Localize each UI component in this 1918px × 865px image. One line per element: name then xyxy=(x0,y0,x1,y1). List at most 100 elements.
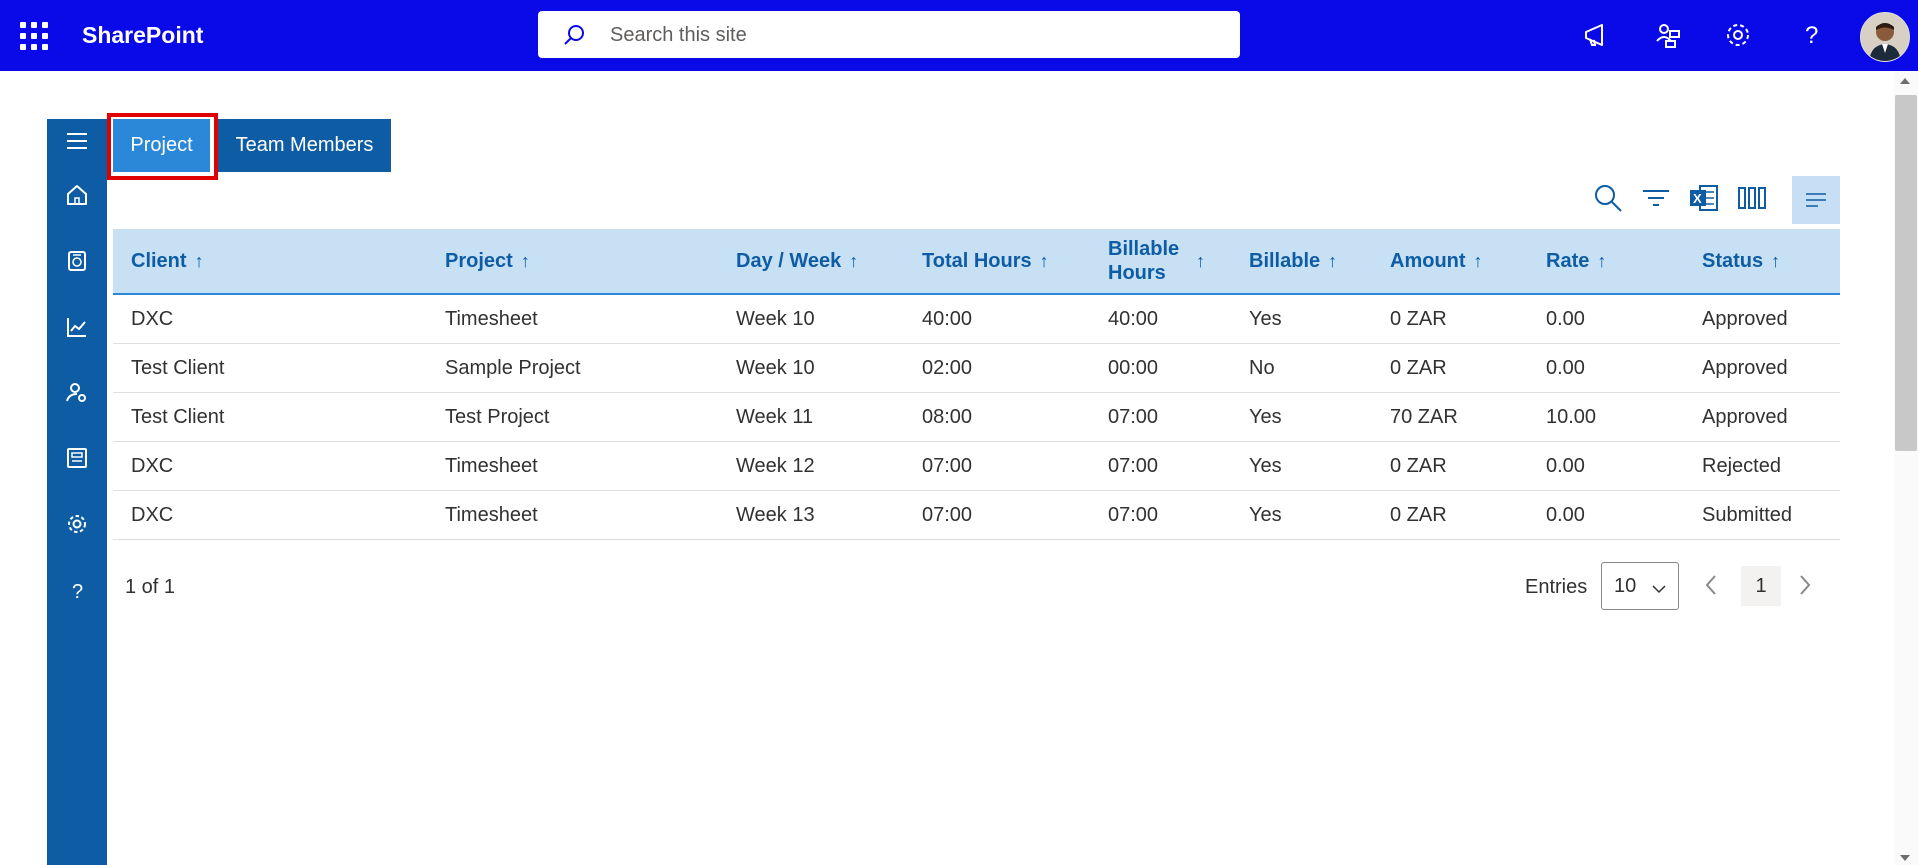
search-icon[interactable] xyxy=(1590,180,1626,216)
table-row[interactable]: Test Client Test Project Week 11 08:00 0… xyxy=(113,393,1840,442)
previous-page-button[interactable] xyxy=(1703,573,1719,602)
megaphone-icon[interactable] xyxy=(1580,19,1612,51)
cell-total-hours: 08:00 xyxy=(922,405,973,428)
cell-client: Test Client xyxy=(131,356,225,379)
cell-project: Sample Project xyxy=(445,356,581,379)
cell-client: DXC xyxy=(131,307,174,330)
scrollbar-thumb[interactable] xyxy=(1895,95,1917,451)
sort-arrow-icon: ↑ xyxy=(1196,251,1205,271)
left-nav: ? xyxy=(47,119,107,865)
cell-amount: 0 ZAR xyxy=(1390,454,1447,477)
sort-arrow-icon: ↑ xyxy=(1771,251,1781,271)
align-icon[interactable] xyxy=(1792,176,1840,224)
column-header-total-hours[interactable]: Total Hours ↑ xyxy=(922,229,1049,293)
user-settings-icon[interactable] xyxy=(65,381,89,405)
filter-icon[interactable] xyxy=(1638,180,1674,216)
table-row[interactable]: DXC Timesheet Week 13 07:00 07:00 Yes 0 … xyxy=(113,491,1840,540)
cell-status: Approved xyxy=(1702,356,1788,379)
table-row[interactable]: Test Client Sample Project Week 10 02:00… xyxy=(113,344,1840,393)
sort-arrow-icon: ↑ xyxy=(849,251,859,271)
current-page-button[interactable]: 1 xyxy=(1741,566,1781,606)
cell-project: Timesheet xyxy=(445,454,538,477)
cell-amount: 0 ZAR xyxy=(1390,503,1447,526)
cell-rate: 0.00 xyxy=(1546,307,1585,330)
cell-status: Approved xyxy=(1702,307,1788,330)
sort-arrow-icon: ↑ xyxy=(1328,251,1338,271)
gear-icon[interactable] xyxy=(1722,19,1754,51)
sort-arrow-icon: ↑ xyxy=(520,251,530,271)
column-header-day-week[interactable]: Day / Week ↑ xyxy=(736,229,858,293)
cell-amount: 0 ZAR xyxy=(1390,356,1447,379)
column-header-client[interactable]: Client ↑ xyxy=(131,229,204,293)
cell-status: Approved xyxy=(1702,405,1788,428)
entries-label: Entries xyxy=(1525,576,1588,598)
cell-client: Test Client xyxy=(131,405,225,428)
search-box[interactable] xyxy=(538,11,1240,60)
cell-billable: Yes xyxy=(1249,405,1282,428)
columns-icon[interactable] xyxy=(1734,180,1770,216)
table-row[interactable]: DXC Timesheet Week 10 40:00 40:00 Yes 0 … xyxy=(113,295,1840,344)
column-header-billable-hours[interactable]: Billable Hours ↑ xyxy=(1108,229,1218,293)
cell-total-hours: 07:00 xyxy=(922,454,973,477)
home-icon[interactable] xyxy=(65,183,89,207)
cell-total-hours: 02:00 xyxy=(922,356,973,379)
tab-team-members[interactable]: Team Members xyxy=(218,119,391,172)
app-launcher-icon[interactable] xyxy=(20,22,48,50)
cell-day-week: Week 13 xyxy=(736,503,815,526)
cell-billable: No xyxy=(1249,356,1275,379)
excel-export-icon[interactable]: X xyxy=(1686,180,1722,216)
next-page-button[interactable] xyxy=(1797,573,1813,602)
cell-amount: 70 ZAR xyxy=(1390,405,1458,428)
avatar[interactable] xyxy=(1860,12,1910,62)
sort-arrow-icon: ↑ xyxy=(1597,251,1607,271)
cell-billable: Yes xyxy=(1249,503,1282,526)
search-input[interactable] xyxy=(608,11,1212,60)
scroll-up-arrow-icon[interactable] xyxy=(1900,78,1910,84)
people-switch-icon[interactable] xyxy=(1652,19,1684,51)
sort-arrow-icon: ↑ xyxy=(1039,251,1049,271)
svg-text:?: ? xyxy=(1805,22,1818,49)
cell-day-week: Week 10 xyxy=(736,307,815,330)
chart-line-icon[interactable] xyxy=(65,315,89,339)
entries-value: 10 xyxy=(1614,574,1637,597)
sort-arrow-icon: ↑ xyxy=(1473,251,1483,271)
cell-total-hours: 40:00 xyxy=(922,307,973,330)
dashboard-icon[interactable] xyxy=(65,446,89,470)
chevron-down-icon xyxy=(1652,577,1666,600)
data-grid: Client ↑ Project ↑ Day / Week ↑ Total Hours… xyxy=(113,229,1840,540)
cell-project: Timesheet xyxy=(445,503,538,526)
brand-title[interactable]: SharePoint xyxy=(82,22,203,49)
help-icon[interactable]: ? xyxy=(65,579,89,603)
column-header-amount[interactable]: Amount ↑ xyxy=(1390,229,1483,293)
help-icon[interactable]: ? xyxy=(1795,19,1827,51)
scroll-down-arrow-icon[interactable] xyxy=(1900,855,1910,861)
cell-day-week: Week 12 xyxy=(736,454,815,477)
hamburger-icon[interactable] xyxy=(65,129,89,153)
page-count: 1 of 1 xyxy=(125,576,176,598)
cell-day-week: Week 10 xyxy=(736,356,815,379)
cell-status: Submitted xyxy=(1702,503,1793,526)
search-icon xyxy=(562,23,586,52)
table-row[interactable]: DXC Timesheet Week 12 07:00 07:00 Yes 0 … xyxy=(113,442,1840,491)
svg-text:?: ? xyxy=(72,581,83,602)
cell-billable-hours: 07:00 xyxy=(1108,405,1159,428)
column-header-rate[interactable]: Rate ↑ xyxy=(1546,229,1606,293)
entries-dropdown[interactable]: 10 xyxy=(1601,562,1679,610)
cell-billable-hours: 40:00 xyxy=(1108,307,1159,330)
column-header-status[interactable]: Status ↑ xyxy=(1702,229,1780,293)
svg-text:X: X xyxy=(1693,191,1702,206)
cell-amount: 0 ZAR xyxy=(1390,307,1447,330)
gear-icon[interactable] xyxy=(65,512,89,536)
cell-client: DXC xyxy=(131,503,174,526)
cell-day-week: Week 11 xyxy=(736,405,814,428)
highlight-box xyxy=(107,113,218,180)
cell-billable: Yes xyxy=(1249,454,1282,477)
cell-rate: 0.00 xyxy=(1546,503,1585,526)
column-header-project[interactable]: Project ↑ xyxy=(445,229,530,293)
suite-header: SharePoint ? xyxy=(0,0,1918,71)
cell-status: Rejected xyxy=(1702,454,1781,477)
column-header-billable[interactable]: Billable ↑ xyxy=(1249,229,1337,293)
sort-arrow-icon: ↑ xyxy=(194,251,204,271)
calculator-icon[interactable] xyxy=(65,249,89,273)
cell-total-hours: 07:00 xyxy=(922,503,973,526)
